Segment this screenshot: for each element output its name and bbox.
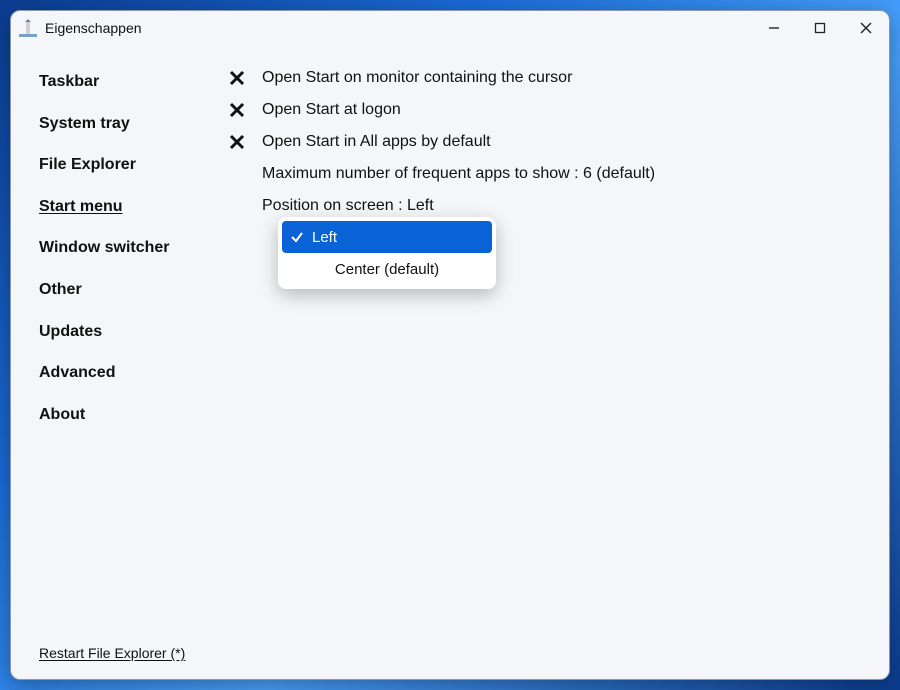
window-body: Taskbar System tray File Explorer Start … xyxy=(11,45,889,679)
setting-label: Open Start on monitor containing the cur… xyxy=(262,69,572,87)
sidebar-item-advanced[interactable]: Advanced xyxy=(39,364,226,382)
sidebar: Taskbar System tray File Explorer Start … xyxy=(11,45,226,679)
dropdown-option-center[interactable]: Center (default) xyxy=(282,253,492,285)
setting-position-on-screen[interactable]: Position on screen : Left xyxy=(226,197,849,215)
sidebar-item-window-switcher[interactable]: Window switcher xyxy=(39,239,226,257)
setting-max-frequent-apps[interactable]: Maximum number of frequent apps to show … xyxy=(226,165,849,183)
x-icon xyxy=(226,134,248,150)
dropdown-option-label: Left xyxy=(312,229,337,246)
sidebar-item-taskbar[interactable]: Taskbar xyxy=(39,73,226,91)
sidebar-item-other[interactable]: Other xyxy=(39,281,226,299)
setting-label: Maximum number of frequent apps to show … xyxy=(262,165,655,183)
sidebar-item-updates[interactable]: Updates xyxy=(39,323,226,341)
setting-label: Open Start in All apps by default xyxy=(262,133,491,151)
x-icon xyxy=(226,70,248,86)
dropdown-option-label: Center (default) xyxy=(335,261,439,278)
position-dropdown[interactable]: Left Center (default) xyxy=(278,217,496,289)
restart-file-explorer-link[interactable]: Restart File Explorer (*) xyxy=(39,645,185,661)
setting-open-start-logon[interactable]: Open Start at logon xyxy=(226,101,849,119)
setting-label: Open Start at logon xyxy=(262,101,401,119)
setting-label: Position on screen : Left xyxy=(262,197,434,215)
setting-open-start-cursor-monitor[interactable]: Open Start on monitor containing the cur… xyxy=(226,69,849,87)
app-icon xyxy=(19,19,37,37)
app-window: Eigenschappen Taskbar System tray File E… xyxy=(10,10,890,680)
minimize-button[interactable] xyxy=(751,11,797,45)
check-icon xyxy=(282,230,312,244)
sidebar-item-start-menu[interactable]: Start menu xyxy=(39,198,226,216)
x-icon xyxy=(226,102,248,118)
sidebar-item-about[interactable]: About xyxy=(39,406,226,424)
content-panel: Open Start on monitor containing the cur… xyxy=(226,45,889,679)
sidebar-item-system-tray[interactable]: System tray xyxy=(39,115,226,133)
dropdown-option-left[interactable]: Left xyxy=(282,221,492,253)
titlebar: Eigenschappen xyxy=(11,11,889,45)
sidebar-item-file-explorer[interactable]: File Explorer xyxy=(39,156,226,174)
window-title: Eigenschappen xyxy=(45,20,142,36)
setting-open-start-all-apps[interactable]: Open Start in All apps by default xyxy=(226,133,849,151)
maximize-button[interactable] xyxy=(797,11,843,45)
close-button[interactable] xyxy=(843,11,889,45)
window-controls xyxy=(751,11,889,45)
